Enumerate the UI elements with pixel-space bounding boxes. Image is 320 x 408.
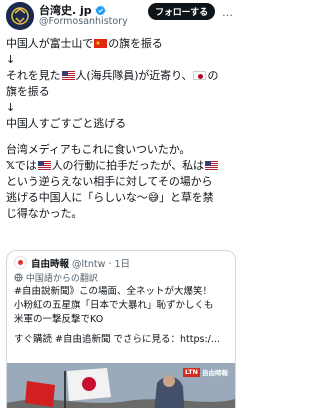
avatar[interactable]	[6, 2, 34, 30]
translate-icon	[14, 273, 23, 282]
quoted-author-name: 自由時報	[31, 259, 70, 270]
post-line: じ得なかった。	[6, 207, 83, 220]
sweat-smile-emoji-icon: 😅	[147, 191, 160, 204]
japan-flag-icon	[193, 71, 207, 80]
us-flag-icon	[61, 71, 75, 80]
quoted-avatar	[14, 256, 27, 269]
video-source-badge: LTN 自由時報	[183, 367, 228, 377]
quoted-post-card[interactable]: 自由時報 @ltntw · 1日 中国語からの翻訳 #自由說新聞》この場面、全ネ…	[6, 250, 236, 408]
ltn-logo: LTN	[183, 367, 200, 377]
video-source-text: 自由時報	[201, 369, 228, 377]
post-line: 中国人が富士山での旗を振る	[6, 36, 236, 52]
post-line: 旗を振る	[6, 85, 50, 98]
translation-label: 中国語からの翻訳	[25, 274, 98, 284]
x-logo-icon: 𝕏	[6, 159, 15, 172]
quoted-line: 小粉紅の五星旗「日本で大暴れ」恥ずかしくも	[14, 300, 214, 311]
author-handle[interactable]: @Formosanhistory	[39, 16, 128, 27]
post-line: それを見た 人(海兵隊員)が近寄り、の	[6, 69, 219, 82]
post-line: 中国人すごすごと逃げる	[6, 117, 127, 130]
post-text: 中国人が富士山での旗を振る ↓ それを見た人(海兵隊員)が近寄り、の 旗を振る …	[6, 36, 236, 222]
quoted-text: #自由說新聞》この場面、全ネットが大爆笑！ 小粉紅の五星旗「日本で大暴れ」恥ずか…	[14, 285, 230, 347]
quoted-line: 米軍の一撃反撃でKO	[14, 314, 104, 325]
quoted-header: 自由時報 @ltntw · 1日	[31, 256, 130, 270]
post: 台湾史. jp @Formosanhistory フォローする … 中国人が富士…	[0, 0, 240, 408]
verified-badge-icon	[95, 5, 106, 15]
china-flag-icon	[94, 36, 108, 52]
quoted-line: #自由說新聞》この場面、全ネットが大爆笑！	[14, 286, 212, 297]
quoted-time: · 1日	[108, 259, 131, 270]
video-thumbnail[interactable]: LTN 自由時報	[7, 363, 235, 408]
us-flag-icon	[37, 161, 51, 170]
post-line: 𝕏では 人の行動に拍手だったが、私は	[6, 158, 236, 174]
quoted-line: すぐ購読 #自由追新聞 でさらに見る：https:/...	[14, 334, 220, 345]
post-line: 逃げる中国人に「らしいな〜😅」と草を禁	[6, 191, 214, 204]
us-flag-icon	[204, 161, 218, 170]
post-line: ↓	[6, 53, 16, 66]
translation-note[interactable]: 中国語からの翻訳	[14, 271, 98, 284]
post-line: という逆らえない相手に対してその場から	[6, 175, 213, 188]
post-line: ↓	[6, 101, 16, 114]
post-line: 台湾メディアもこれに食いついたか。	[6, 143, 191, 156]
follow-button[interactable]: フォローする	[148, 3, 215, 20]
quoted-handle: @ltntw	[72, 259, 106, 270]
more-options-icon[interactable]: …	[222, 6, 233, 19]
